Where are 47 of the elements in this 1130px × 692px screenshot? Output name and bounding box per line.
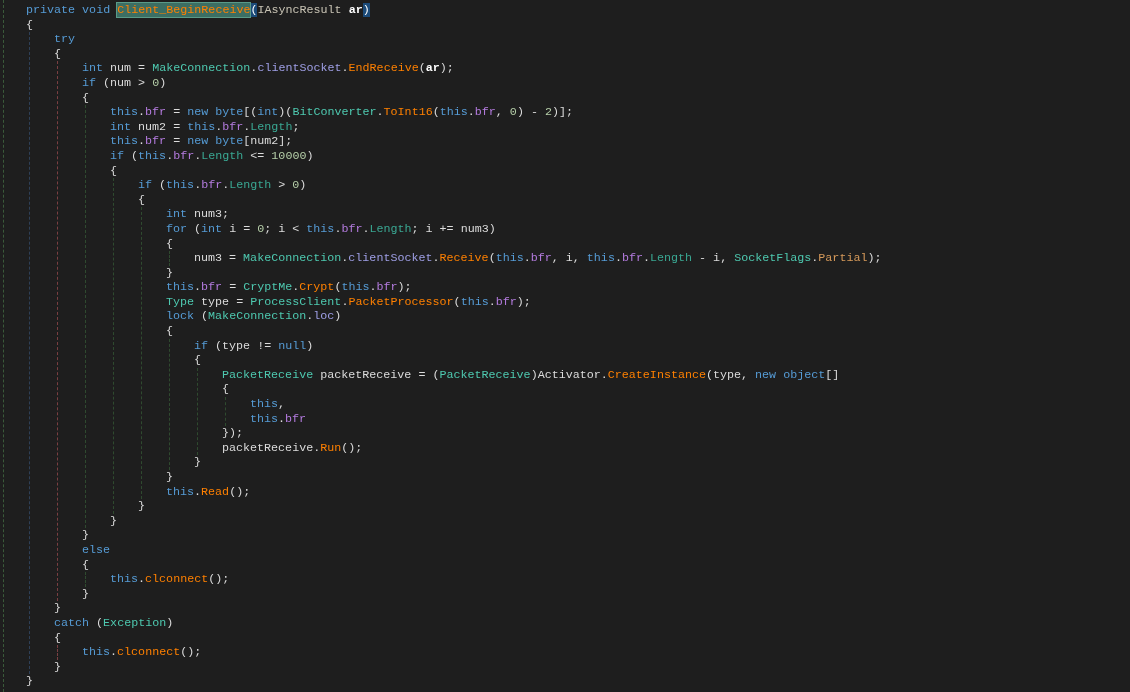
- code-line: }: [166, 470, 173, 485]
- code-line: this.clconnect();: [110, 572, 230, 587]
- code-line: }: [194, 455, 201, 470]
- code-line: if (type != null): [194, 338, 314, 354]
- code-line: if (this.bfr.Length > 0): [138, 178, 307, 193]
- code-line: {: [166, 324, 173, 339]
- code-line: for (int i = 0; i < this.bfr.Length; i += num3): [166, 221, 496, 237]
- code-line: }: [166, 265, 173, 281]
- code-line: }: [110, 513, 117, 529]
- code-line: num3 = MakeConnection.clientSocket.Receive(this.bfr, i, this.bfr.Length - i, SocketFlags.Partial);: [194, 251, 882, 266]
- code-line: {: [82, 90, 89, 106]
- code-line: {: [222, 382, 229, 398]
- code-line: this.bfr = new byte[(int)(BitConverter.ToInt16(this.bfr, 0) - 2)];: [110, 105, 573, 120]
- code-line: }: [82, 528, 89, 543]
- code-line: if (this.bfr.Length <= 10000): [110, 148, 314, 164]
- code-line: try: [54, 32, 76, 47]
- code-line: {: [194, 353, 201, 368]
- code-line: }: [82, 586, 89, 602]
- code-line: {: [54, 630, 61, 646]
- code-line: }: [54, 601, 61, 616]
- code-line: packetReceive.Run();: [222, 440, 363, 456]
- code-line: this,: [250, 397, 286, 412]
- code-line: this.bfr = new byte[num2];: [110, 134, 293, 149]
- code-line: catch (Exception): [54, 615, 174, 631]
- code-line: {: [110, 163, 117, 179]
- code-line: {: [138, 192, 145, 208]
- code-line: int num2 = this.bfr.Length;: [110, 119, 300, 135]
- code-line: }: [26, 674, 33, 689]
- code-line: }: [138, 499, 145, 514]
- code-line: private void Client_BeginReceive(IAsyncResult ar): [26, 3, 370, 18]
- code-line: {: [54, 46, 61, 62]
- code-line: });: [222, 426, 244, 441]
- code-line: this.bfr: [250, 411, 307, 427]
- code-line: lock (MakeConnection.loc): [166, 309, 342, 325]
- code-line: Type type = ProcessClient.PacketProcessor(this.bfr);: [166, 294, 531, 310]
- code-line: this.Read();: [166, 484, 251, 500]
- code-line: this.bfr = CryptMe.Crypt(this.bfr);: [166, 280, 412, 295]
- code-line: int num = MakeConnection.clientSocket.EndReceive(ar);: [82, 61, 454, 76]
- code-line: {: [166, 236, 173, 252]
- code-line: if (num > 0): [82, 75, 167, 91]
- code-line: else: [82, 542, 111, 558]
- code-line: {: [26, 17, 33, 33]
- code-line: }: [54, 659, 61, 675]
- code-line: int num3;: [166, 207, 230, 222]
- code-line: PacketReceive packetReceive = (PacketReceive)Activator.CreateInstance(type, new object[]: [222, 367, 840, 383]
- code-line: this.clconnect();: [82, 645, 202, 660]
- code-line: {: [82, 557, 89, 573]
